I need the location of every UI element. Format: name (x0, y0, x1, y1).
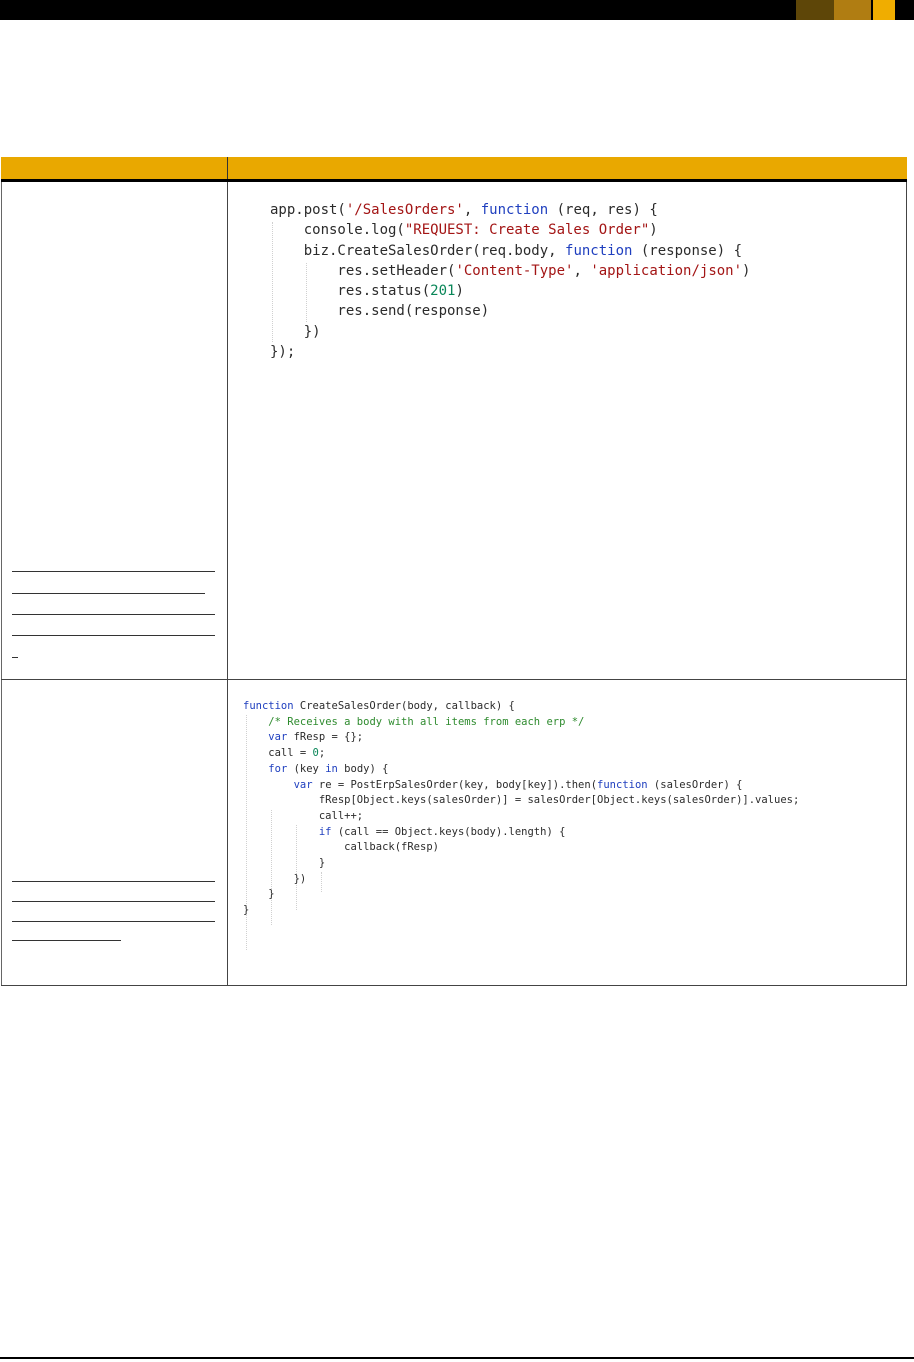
table-header-col-1 (1, 157, 228, 179)
code-line: }) (243, 872, 799, 888)
code-line: var fResp = {}; (243, 730, 799, 746)
code-line: fResp[Object.keys(salesOrder)] = salesOr… (243, 793, 799, 809)
code-line: var re = PostErpSalesOrder(key, body[key… (243, 778, 799, 794)
description-cell (1, 182, 228, 679)
redacted-line (12, 657, 18, 658)
code-line-text: app.post('/SalesOrders', function (req, … (270, 202, 658, 218)
code-line-text: call = 0; (243, 747, 326, 760)
code-line: biz.CreateSalesOrder(req.body, function … (270, 241, 750, 261)
code-line-text: }) (270, 323, 321, 340)
page-header-bar (0, 0, 914, 20)
code-line: res.send(response) (270, 301, 750, 321)
footer-rule (0, 1357, 914, 1359)
redacted-line (12, 901, 215, 902)
code-line-text: res.status(201) (270, 283, 464, 300)
code-line-text: res.setHeader('Content-Type', 'applicati… (270, 262, 751, 279)
code-line-text: } (243, 904, 250, 917)
code-line-text: res.send(response) (270, 303, 490, 320)
code-line-text: biz.CreateSalesOrder(req.body, function … (270, 242, 743, 259)
code-line-text: fResp[Object.keys(salesOrder)] = salesOr… (243, 794, 800, 807)
code-line-text: var fResp = {}; (268, 731, 364, 744)
code-line-text: console.log("REQUEST: Create Sales Order… (270, 222, 658, 239)
function-code-block: function CreateSalesOrder(body, callback… (243, 699, 799, 919)
code-line: res.status(201) (270, 281, 750, 301)
header-swatch-dark (796, 0, 834, 20)
code-line: callback(fResp) (243, 840, 799, 856)
code-line: if (call == Object.keys(body).length) { (243, 825, 799, 841)
code-line: }) (270, 322, 750, 342)
code-line: }); (270, 342, 750, 362)
code-line: console.log("REQUEST: Create Sales Order… (270, 220, 750, 240)
redacted-line (12, 635, 215, 636)
header-swatch-medium (834, 0, 871, 20)
code-line: res.setHeader('Content-Type', 'applicati… (270, 261, 750, 281)
code-line: call = 0; (243, 746, 799, 762)
code-line: } (243, 903, 799, 919)
code-line-text: /* Receives a body with all items from e… (268, 715, 585, 728)
code-line: /* Receives a body with all items from e… (243, 715, 799, 731)
code-line: for (key in body) { (243, 762, 799, 778)
code-line: } (243, 887, 799, 903)
code-line-text: }) (243, 872, 307, 885)
code-line-text: callback(fResp) (243, 841, 439, 854)
code-line: call++; (243, 809, 799, 825)
redacted-line (12, 614, 215, 615)
header-swatch-light (873, 0, 895, 20)
route-code-block: app.post('/SalesOrders', function (req, … (270, 200, 750, 362)
code-line: app.post('/SalesOrders', function (req, … (270, 200, 750, 220)
code-line-text: for (key in body) { (268, 762, 389, 775)
redacted-line (12, 921, 215, 922)
code-line-text: } (243, 857, 326, 870)
code-line-text: }); (270, 344, 296, 361)
redacted-line (12, 593, 205, 594)
table-header-col-2 (228, 157, 907, 179)
code-line-text: } (243, 888, 275, 901)
table-header (1, 157, 907, 179)
code-line: function CreateSalesOrder(body, callback… (243, 699, 799, 715)
redacted-line (12, 571, 215, 572)
code-line-text: if (call == Object.keys(body).length) { (318, 825, 566, 838)
code-line: } (243, 856, 799, 872)
redacted-line (12, 940, 121, 941)
redacted-line (12, 881, 215, 882)
code-line-text: function CreateSalesOrder(body, callback… (243, 700, 515, 712)
code-line-text: var re = PostErpSalesOrder(key, body[key… (293, 778, 743, 791)
code-line-text: call++; (243, 809, 364, 822)
